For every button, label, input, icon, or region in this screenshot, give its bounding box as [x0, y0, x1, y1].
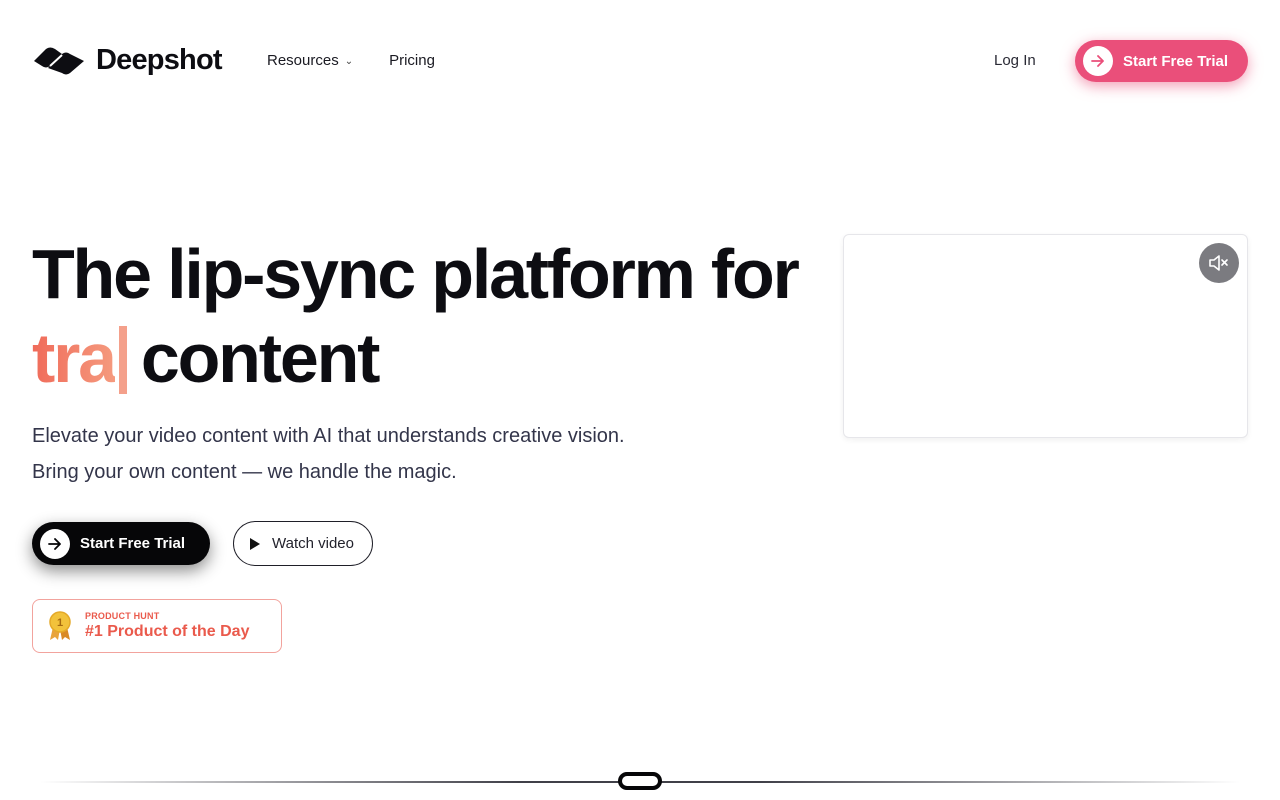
product-hunt-text: PRODUCT HUNT #1 Product of the Day	[85, 611, 249, 641]
nav-resources-label: Resources	[267, 52, 339, 69]
mute-icon	[1209, 255, 1228, 271]
nav-resources[interactable]: Resources ⌄	[267, 52, 353, 69]
product-hunt-title: #1 Product of the Day	[85, 623, 250, 640]
hero-title-line2: tra content	[32, 316, 822, 400]
main-nav: Resources ⌄ Pricing	[267, 52, 435, 69]
arrow-right-icon	[1083, 46, 1113, 76]
medal-icon: 1	[49, 611, 71, 640]
hero-start-trial-button[interactable]: Start Free Trial	[32, 522, 210, 565]
watch-video-label: Watch video	[272, 535, 354, 552]
video-player[interactable]	[843, 234, 1248, 438]
scroll-indicator[interactable]	[618, 772, 662, 790]
nav-pricing[interactable]: Pricing	[389, 52, 435, 69]
hero-cta-label: Start Free Trial	[80, 535, 186, 552]
typing-caret	[118, 326, 127, 394]
header-start-trial-button[interactable]: Start Free Trial	[1075, 40, 1248, 82]
chevron-down-icon: ⌄	[344, 56, 354, 67]
product-hunt-badge[interactable]: 1 PRODUCT HUNT #1 Product of the Day	[32, 599, 282, 653]
brand-name: Deepshot	[96, 44, 223, 76]
hero-typed-word: tra	[32, 319, 117, 397]
hero-subtitle-line1: Elevate your video content with AI that …	[32, 425, 625, 447]
hero-subtitle: Elevate your video content with AI that …	[32, 418, 625, 490]
medal-number: 1	[57, 617, 63, 629]
hero-subtitle-line2: Bring your own content — we handle the m…	[32, 461, 457, 483]
hero-title-line1: The lip-sync platform for	[32, 235, 800, 313]
watch-video-button[interactable]: Watch video	[233, 521, 373, 566]
header-cta-label: Start Free Trial	[1123, 52, 1229, 70]
nav-pricing-label: Pricing	[389, 52, 435, 69]
brand-logo[interactable]: Deepshot	[32, 44, 223, 77]
hero-title: The lip-sync platform for tra content	[32, 232, 822, 400]
mute-toggle-button[interactable]	[1199, 243, 1239, 283]
logo-icon	[34, 47, 84, 74]
arrow-right-icon	[40, 528, 70, 559]
play-icon	[250, 537, 260, 550]
product-hunt-kicker: PRODUCT HUNT	[85, 611, 160, 621]
hero-title-line2-rest: content	[140, 319, 381, 397]
login-link[interactable]: Log In	[994, 52, 1036, 69]
page: Deepshot Resources ⌄ Pricing Log In Star…	[0, 0, 1280, 800]
